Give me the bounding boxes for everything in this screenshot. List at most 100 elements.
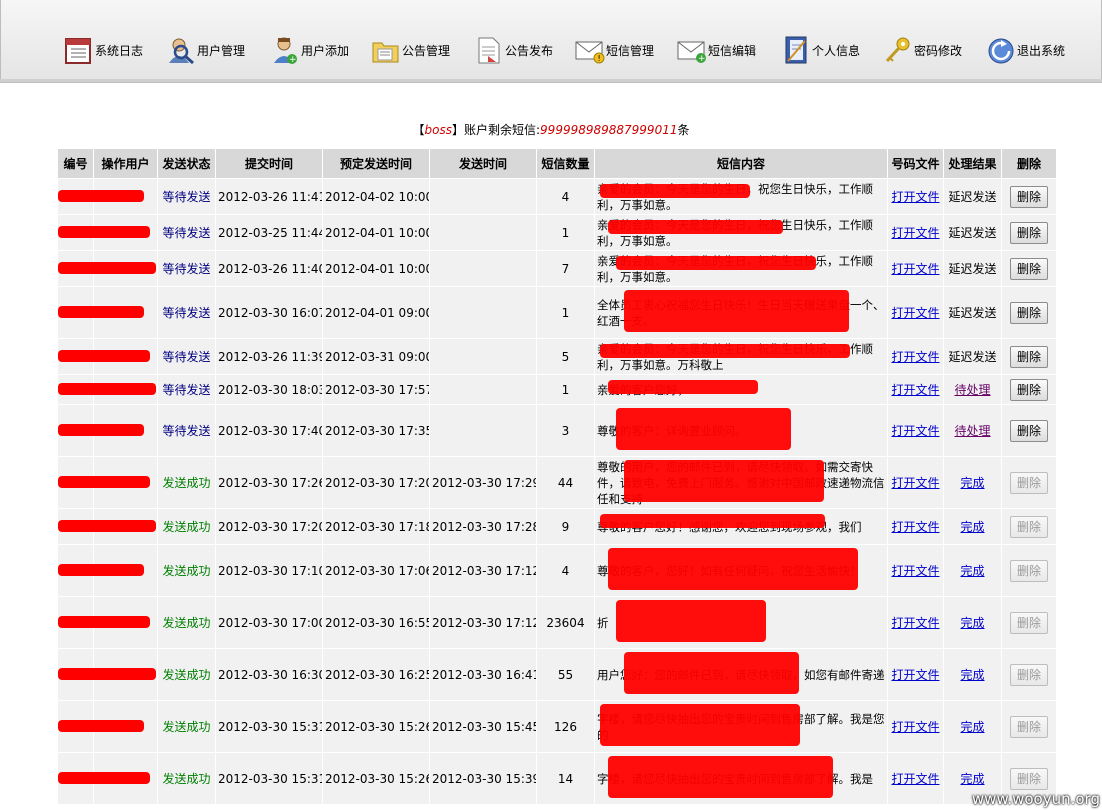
cell-submit-time: 2012-03-26 11:39:40 — [215, 338, 323, 375]
cell-status: 等待发送 — [157, 250, 216, 287]
cell-scheduled-time: 2012-03-30 17:18:00 — [322, 508, 430, 545]
toolbar-label: 系统日志 — [95, 43, 144, 58]
redaction-mark — [600, 704, 800, 746]
toolbar-notice-manage[interactable]: 公告管理 — [371, 33, 450, 67]
toolbar-system-log[interactable]: 系统日志 — [64, 33, 143, 67]
cell-sent-time: 2012-03-30 16:41:04 — [429, 648, 537, 701]
result-link[interactable]: 完成 — [960, 668, 984, 682]
result-link[interactable]: 待处理 — [954, 424, 990, 438]
open-file-link[interactable]: 打开文件 — [891, 476, 939, 490]
toolbar-logout[interactable]: 退出系统 — [986, 33, 1065, 67]
result-link[interactable]: 完成 — [960, 564, 984, 578]
cell-result: 待处理 — [943, 374, 1002, 405]
open-file-link[interactable]: 打开文件 — [891, 226, 939, 240]
open-file-link[interactable]: 打开文件 — [891, 564, 939, 578]
toolbar-label: 个人信息 — [812, 43, 861, 58]
table-row: 发送成功2012-03-30 15:31:382012-03-30 15:26:… — [57, 700, 1057, 753]
delete-button[interactable]: 删除 — [1010, 419, 1048, 442]
cell-result: 延迟发送 — [943, 214, 1002, 251]
balance-value: 999998989887999011 — [540, 123, 678, 137]
result-link[interactable]: 完成 — [960, 520, 984, 534]
cell-status: 等待发送 — [157, 286, 216, 339]
table-row: 发送成功2012-03-30 17:26:242012-03-30 17:20:… — [57, 456, 1057, 509]
cell-status: 发送成功 — [157, 508, 216, 545]
table-row: 等待发送2012-03-30 17:40:402012-03-30 17:35:… — [57, 404, 1057, 457]
redaction-mark — [616, 408, 791, 450]
toolbar-notice-publish[interactable]: 公告发布 — [474, 33, 553, 67]
delete-button[interactable]: 删除 — [1010, 471, 1048, 494]
header-result: 处理结果 — [943, 148, 1002, 179]
redaction-mark — [600, 184, 750, 198]
cell-delete: 删除 — [1001, 544, 1057, 597]
delete-button[interactable]: 删除 — [1010, 767, 1048, 790]
cell-status: 发送成功 — [157, 700, 216, 753]
cell-sent-time — [429, 178, 537, 215]
cell-delete: 删除 — [1001, 456, 1057, 509]
open-file-link[interactable]: 打开文件 — [891, 424, 939, 438]
toolbar-sms-manage[interactable]: ! 短信管理 — [575, 33, 654, 67]
redaction-mark — [58, 616, 150, 628]
delete-button[interactable]: 删除 — [1010, 715, 1048, 738]
bracket-open: 【 — [412, 123, 425, 137]
cell-scheduled-time: 2012-03-30 17:57:24 — [322, 374, 430, 405]
cell-result: 延迟发送 — [943, 286, 1002, 339]
redaction-mark — [58, 306, 144, 318]
delete-button[interactable]: 删除 — [1010, 301, 1048, 324]
cell-sms-count: 1 — [536, 286, 595, 339]
delete-button[interactable]: 删除 — [1010, 663, 1048, 686]
table-row: 发送成功2012-03-30 17:10:312012-03-30 17:06:… — [57, 544, 1057, 597]
cell-result: 完成 — [943, 456, 1002, 509]
delete-button[interactable]: 删除 — [1010, 185, 1048, 208]
toolbar-label: 用户管理 — [197, 43, 246, 58]
open-file-link[interactable]: 打开文件 — [891, 772, 939, 786]
cell-number-file: 打开文件 — [887, 752, 944, 805]
toolbar-label: 短信编辑 — [708, 43, 757, 58]
open-file-link[interactable]: 打开文件 — [891, 306, 939, 320]
cell-delete: 删除 — [1001, 178, 1057, 215]
toolbar-sms-edit[interactable]: + 短信编辑 — [677, 33, 756, 67]
open-file-link[interactable]: 打开文件 — [891, 520, 939, 534]
open-file-link[interactable]: 打开文件 — [891, 383, 939, 397]
toolbar-personal-info[interactable]: 个人信息 — [781, 33, 860, 67]
toolbar-user-add[interactable]: + 用户添加 — [270, 33, 349, 67]
result-link[interactable]: 完成 — [960, 720, 984, 734]
cell-sent-time: 2012-03-30 15:45:30 — [429, 700, 537, 753]
cell-submit-time: 2012-03-26 11:41:01 — [215, 178, 323, 215]
delete-button[interactable]: 删除 — [1010, 515, 1048, 538]
cell-sent-time — [429, 214, 537, 251]
delete-button[interactable]: 删除 — [1010, 559, 1048, 582]
cell-number-file: 打开文件 — [887, 404, 944, 457]
cell-submit-time: 2012-03-30 16:30:09 — [215, 648, 323, 701]
redaction-mark — [624, 290, 849, 332]
delete-button[interactable]: 删除 — [1010, 378, 1048, 401]
cell-submit-time: 2012-03-30 17:20:37 — [215, 508, 323, 545]
cell-sent-time: 2012-03-30 15:39:36 — [429, 752, 537, 805]
open-file-link[interactable]: 打开文件 — [891, 350, 939, 364]
open-file-link[interactable]: 打开文件 — [891, 616, 939, 630]
result-link[interactable]: 完成 — [960, 476, 984, 490]
open-file-link[interactable]: 打开文件 — [891, 668, 939, 682]
table-row: 等待发送2012-03-26 11:40:272012-04-01 10:00:… — [57, 250, 1057, 287]
result-link[interactable]: 完成 — [960, 616, 984, 630]
account-sms-balance: 【boss】账户剩余短信:999998989887999011条 — [0, 121, 1102, 138]
cell-result: 延迟发送 — [943, 338, 1002, 375]
open-file-link[interactable]: 打开文件 — [891, 720, 939, 734]
result-link[interactable]: 待处理 — [954, 383, 990, 397]
open-file-link[interactable]: 打开文件 — [891, 190, 939, 204]
cell-sms-count: 1 — [536, 374, 595, 405]
table-row: 等待发送2012-03-30 18:03:372012-03-30 17:57:… — [57, 374, 1057, 405]
redaction-mark — [624, 460, 824, 502]
cell-result: 待处理 — [943, 404, 1002, 457]
open-file-link[interactable]: 打开文件 — [891, 262, 939, 276]
delete-button[interactable]: 删除 — [1010, 221, 1048, 244]
cell-scheduled-time: 2012-03-31 09:00:00 — [322, 338, 430, 375]
toolbar-user-manage[interactable]: 用户管理 — [166, 33, 245, 67]
result-link[interactable]: 完成 — [960, 772, 984, 786]
cell-scheduled-time: 2012-03-30 17:35:55 — [322, 404, 430, 457]
delete-button[interactable]: 删除 — [1010, 611, 1048, 634]
cell-submit-time: 2012-03-30 18:03:37 — [215, 374, 323, 405]
delete-button[interactable]: 删除 — [1010, 257, 1048, 280]
delete-button[interactable]: 删除 — [1010, 345, 1048, 368]
cell-status: 等待发送 — [157, 178, 216, 215]
toolbar-password-change[interactable]: 密码修改 — [883, 33, 962, 67]
